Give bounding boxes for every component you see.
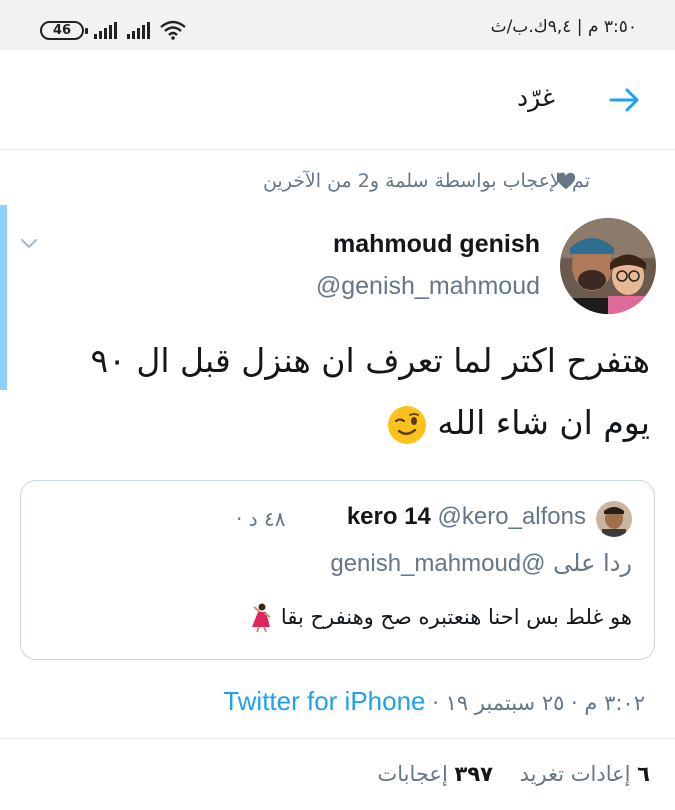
meta-separator: · bbox=[432, 691, 439, 715]
author-name[interactable]: mahmoud genish bbox=[333, 230, 540, 259]
tweet-text-line-1: هتفرح اكتر لما تعرف ان هنزل قبل ال ٩٠ bbox=[90, 341, 650, 380]
dancer-emoji bbox=[252, 603, 271, 633]
winking-face-emoji bbox=[387, 405, 426, 444]
quoted-reply-prefix: ردا على bbox=[553, 549, 632, 577]
retweets-count: ٦ bbox=[637, 762, 650, 786]
retweets-stat[interactable]: ٦ إعادات تغريد bbox=[520, 762, 650, 786]
quoted-author: kero 14 @kero_alfons bbox=[347, 503, 586, 531]
quoted-avatar[interactable] bbox=[596, 501, 632, 537]
page-title: غرّد bbox=[516, 83, 555, 112]
chevron-down-icon[interactable] bbox=[18, 232, 40, 254]
author-avatar[interactable] bbox=[560, 218, 656, 314]
signal-icon bbox=[94, 21, 117, 39]
quoted-reply-context: ردا على @genish_mahmoud bbox=[330, 549, 632, 578]
divider bbox=[0, 738, 675, 739]
likes-label: إعجابات bbox=[377, 762, 448, 786]
tweet-meta: ٣:٠٢ م · ٢٥ سبتمبر ١٩ · Twitter for iPho… bbox=[223, 686, 645, 717]
quoted-time: ٤٨ د · bbox=[236, 507, 285, 531]
tweet-text-line-2-text: يوم ان شاء الله bbox=[437, 403, 650, 442]
quoted-text: هو غلط بس احنا هنعتبره صح وهنفرح بقا bbox=[248, 603, 632, 633]
tweet-source-link[interactable]: Twitter for iPhone bbox=[223, 686, 425, 716]
status-bar: 46 ٣:٥٠ م | ٩,٤ك.ب/ث bbox=[0, 0, 675, 50]
wifi-icon bbox=[160, 20, 186, 40]
tweet-stats: ٦ إعادات تغريد ٣٩٧ إعجابات bbox=[377, 762, 650, 786]
quoted-tweet[interactable]: kero 14 @kero_alfons ٤٨ د · ردا على @gen… bbox=[20, 480, 655, 660]
author-handle[interactable]: @genish_mahmoud bbox=[316, 272, 540, 301]
quoted-time-separator: · bbox=[236, 507, 243, 531]
battery-icon: 46 bbox=[40, 20, 88, 40]
quoted-reply-handle[interactable]: @genish_mahmoud bbox=[330, 550, 545, 577]
retweets-label: إعادات تغريد bbox=[519, 762, 631, 786]
likes-stat[interactable]: ٣٩٧ إعجابات bbox=[377, 762, 492, 786]
quoted-time-value: ٤٨ د bbox=[248, 507, 286, 531]
arrow-right-icon[interactable] bbox=[605, 80, 645, 120]
thread-indicator bbox=[0, 205, 7, 390]
quoted-handle[interactable]: @kero_alfons bbox=[438, 503, 586, 530]
liked-by-context[interactable]: تم الإعجاب بواسطة سلمة و2 من الآخرين bbox=[263, 170, 590, 192]
tweet-timestamp: ٣:٠٢ م · ٢٥ سبتمبر ١٩ bbox=[445, 691, 645, 715]
status-icons: 46 bbox=[40, 20, 186, 40]
signal-icon-2 bbox=[127, 21, 150, 39]
likes-count: ٣٩٧ bbox=[454, 762, 493, 786]
tweet-text: هتفرح اكتر لما تعرف ان هنزل قبل ال ٩٠ يو… bbox=[10, 330, 650, 454]
tweet-text-line-2: يوم ان شاء الله bbox=[10, 392, 650, 454]
quoted-text-content: هو غلط بس احنا هنعتبره صح وهنفرح بقا bbox=[280, 605, 632, 629]
app-header: غرّد bbox=[0, 50, 675, 150]
status-time: ٣:٥٠ م | ٩,٤ك.ب/ث bbox=[490, 17, 637, 37]
quoted-name[interactable]: kero 14 bbox=[347, 503, 431, 530]
